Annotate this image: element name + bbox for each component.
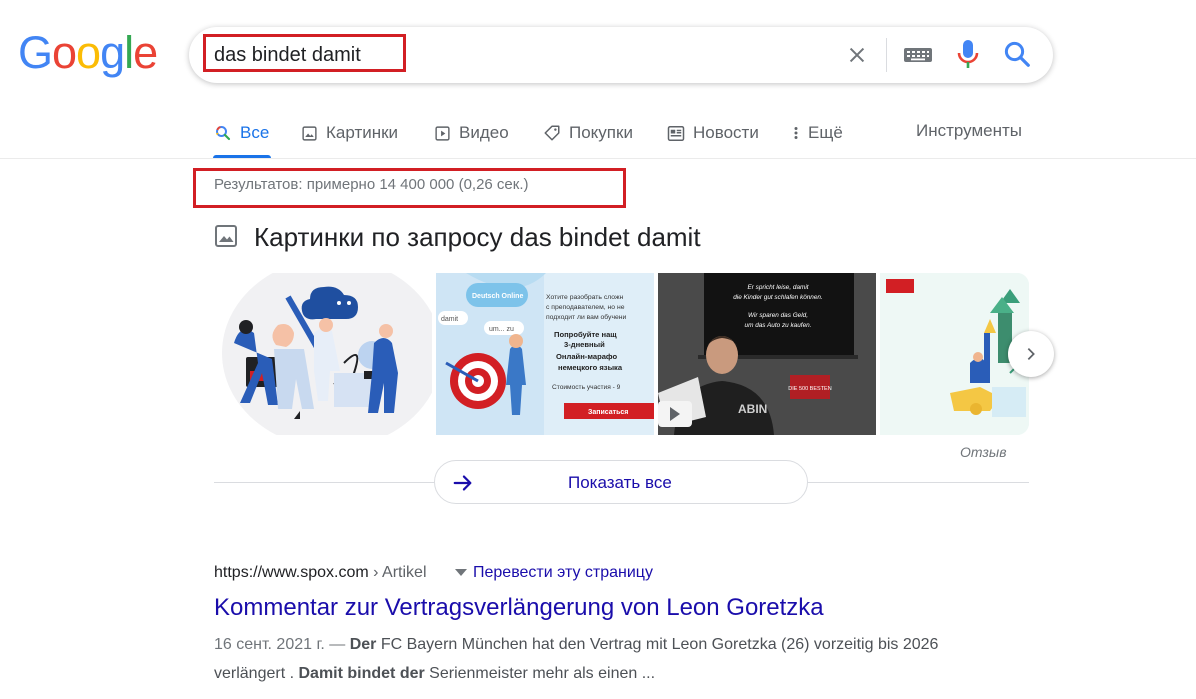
more-vert-icon	[794, 127, 798, 139]
image-thumbnail-1[interactable]	[214, 273, 432, 435]
tab-news-label: Новости	[693, 123, 759, 142]
thumb2-word1: damit	[441, 316, 458, 323]
thumb2-price: Стоимость участия - 9	[552, 384, 621, 391]
highlight-box-query	[203, 34, 406, 72]
caret-down-icon[interactable]	[455, 569, 467, 576]
tab-shopping[interactable]: Покупки	[543, 121, 633, 145]
result-date: 16 сент. 2021 г. —	[214, 636, 350, 653]
image-thumbnail-4[interactable]	[880, 273, 1029, 435]
thumb2-brand: Deutsch Online	[472, 293, 523, 300]
search-icon	[216, 126, 231, 141]
thumb2-cta-line2: 3-дневный	[564, 340, 605, 349]
thumb2-button: Записаться	[588, 409, 628, 416]
tag-icon	[544, 125, 560, 141]
tools-button[interactable]: Инструменты	[916, 121, 1022, 141]
tab-news[interactable]: Новости	[667, 121, 759, 145]
result-breadcrumb: › Artikel	[368, 564, 427, 581]
tab-video[interactable]: Видео	[434, 121, 509, 145]
arrow-right-icon	[452, 472, 474, 494]
snippet-text-2: Serienmeister mehr als einen ...	[424, 665, 656, 682]
tab-images-label: Картинки	[326, 123, 399, 142]
google-logo[interactable]: Google	[18, 30, 158, 75]
tab-more-label: Ещё	[808, 123, 843, 142]
image-icon	[214, 224, 238, 248]
thumb2-cta-line3: Онлайн-марафо	[556, 352, 617, 361]
tab-more[interactable]: Ещё	[792, 121, 843, 145]
image-icon	[302, 125, 317, 141]
result-domain: https://www.spox.com	[214, 564, 369, 581]
clear-icon[interactable]	[843, 41, 871, 69]
carousel-next-button[interactable]	[1008, 331, 1054, 377]
highlight-box-stats	[193, 168, 626, 208]
thumb3-shirt: ABIN	[738, 402, 767, 416]
search-box-divider	[886, 38, 887, 72]
snippet-bold-1: Der	[349, 636, 377, 653]
tab-all[interactable]: Все	[214, 121, 269, 145]
thumb2-cta-line1: Попробуйте нащ	[554, 330, 617, 339]
tab-video-label: Видео	[459, 123, 509, 142]
result-url[interactable]: https://www.spox.com › Artikel	[214, 564, 427, 582]
news-icon	[667, 125, 685, 141]
result-title-link[interactable]: Kommentar zur Vertragsverlängerung von L…	[214, 594, 824, 622]
thumb2-line1: Хотите разобрать сложн	[546, 293, 624, 301]
show-all-label[interactable]: Показать все	[568, 473, 672, 493]
thumb3-line2: die Kinder gut schlafen können.	[733, 294, 823, 301]
image-carousel: Deutsch Online damit um... zu Хотите раз…	[214, 273, 1029, 435]
thumb3-badge: DIE 500 BESTEN	[788, 386, 831, 392]
thumb3-line3: Wir sparen das Geld,	[748, 312, 808, 319]
translate-page-link[interactable]: Перевести эту страницу	[473, 564, 653, 582]
thumb2-word2: um... zu	[489, 326, 514, 333]
image-thumbnail-2[interactable]: Deutsch Online damit um... zu Хотите раз…	[436, 273, 654, 435]
tab-all-label: Все	[240, 123, 270, 142]
thumb2-line3: подходит ли вам обучени	[546, 313, 627, 321]
thumb2-line2: с преподавателем, но не	[546, 304, 625, 311]
search-icon[interactable]	[1002, 39, 1032, 69]
tabs-divider	[0, 158, 1196, 159]
tab-shopping-label: Покупки	[569, 123, 633, 142]
snippet-bold-2: Damit bindet der	[298, 665, 425, 682]
thumb2-cta-line4: немецкого языка	[558, 363, 623, 372]
thumb3-line1: Er spricht leise, damit	[747, 284, 808, 291]
chevron-right-icon	[1027, 348, 1035, 360]
thumb3-line4: um das Auto zu kaufen.	[745, 322, 812, 329]
images-heading[interactable]: Картинки по запросу das bindet damit	[254, 222, 701, 253]
result-snippet: 16 сент. 2021 г. — Der FC Bayern München…	[214, 630, 994, 688]
tab-images[interactable]: Картинки	[301, 121, 398, 145]
feedback-link[interactable]: Отзыв	[960, 444, 1007, 460]
image-thumbnail-3[interactable]: Er spricht leise, damit die Kinder gut s…	[658, 273, 876, 435]
microphone-icon[interactable]	[955, 38, 981, 72]
video-icon	[435, 125, 450, 141]
keyboard-icon[interactable]	[903, 45, 933, 65]
